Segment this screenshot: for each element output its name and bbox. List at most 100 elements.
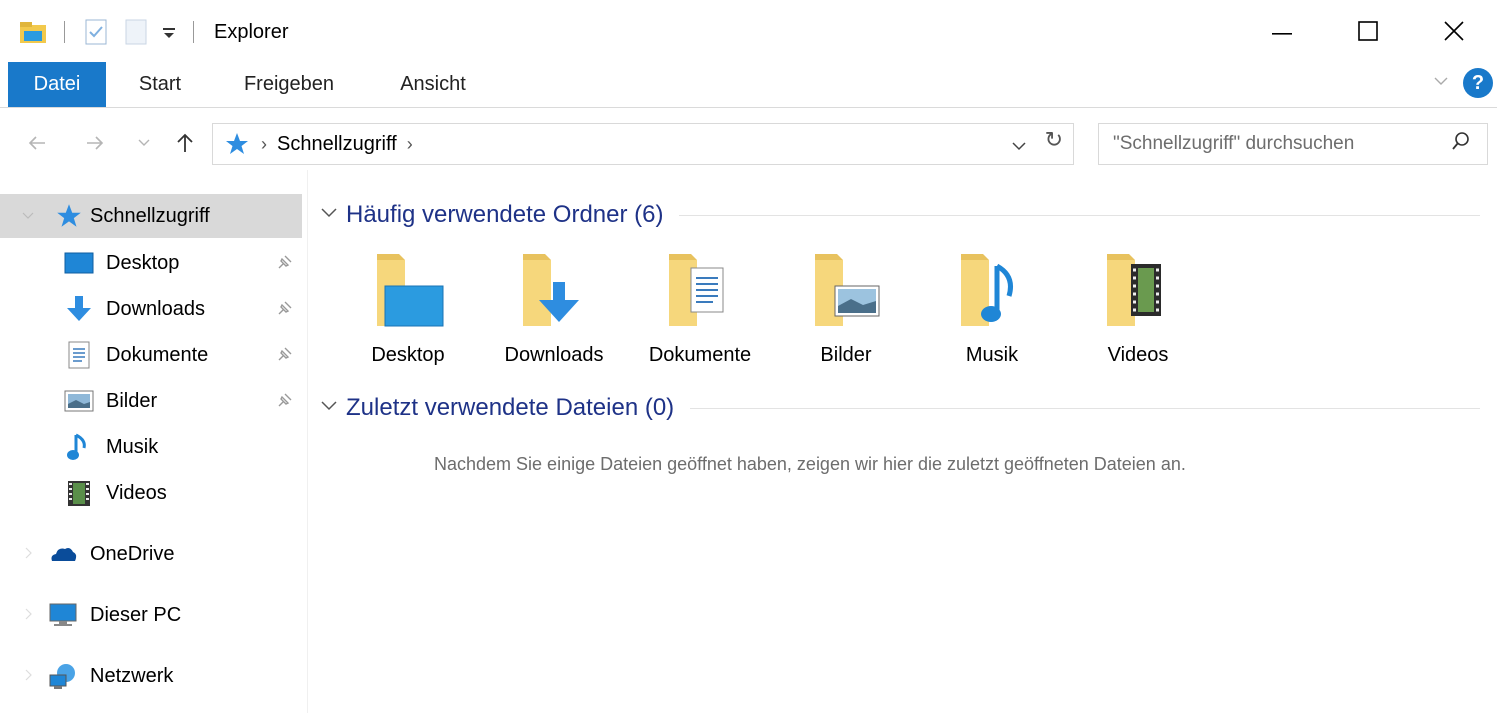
sidebar-item-label: Videos <box>106 481 167 504</box>
group-header-frequent-folders[interactable]: Häufig verwendete Ordner (6) <box>320 195 1480 235</box>
quick-access-star-icon <box>54 201 84 231</box>
toolbar-separator <box>64 21 65 43</box>
tab-datei[interactable]: Datei <box>8 62 106 107</box>
new-folder-icon[interactable] <box>121 17 151 47</box>
quick-access-star-icon <box>223 130 251 158</box>
close-button[interactable] <box>1411 0 1497 62</box>
chevron-down-icon[interactable] <box>320 396 338 420</box>
folder-tile-label: Videos <box>1107 344 1169 366</box>
expander-closed-icon[interactable] <box>22 668 34 684</box>
folder-tile-bilder[interactable]: Bilder <box>776 246 916 376</box>
properties-icon[interactable] <box>81 17 111 47</box>
group-title: Zuletzt verwendete Dateien (0) <box>346 394 675 421</box>
sidebar-item-videos[interactable]: Videos <box>0 471 302 515</box>
videos-folder-icon <box>1093 246 1183 330</box>
sidebar-item-label: Dieser PC <box>90 603 182 626</box>
downloads-folder-icon <box>509 246 599 330</box>
folder-tile-label: Dokumente <box>648 344 752 366</box>
group-divider <box>690 407 1480 409</box>
folder-tile-videos[interactable]: Videos <box>1068 246 1208 376</box>
sidebar-item-label: Downloads <box>106 297 205 320</box>
group-divider <box>679 214 1480 216</box>
network-icon <box>48 661 78 691</box>
pictures-icon <box>64 386 94 416</box>
sidebar-item-label: Netzwerk <box>90 664 174 687</box>
this-pc-icon <box>48 600 78 630</box>
sidebar-item-musik[interactable]: Musik <box>0 425 302 469</box>
expander-closed-icon[interactable] <box>22 607 34 623</box>
toolbar-separator <box>193 21 194 43</box>
pictures-folder-icon <box>801 246 891 330</box>
sidebar-item-label: Schnellzugriff <box>90 204 210 227</box>
maximize-button[interactable] <box>1325 0 1411 62</box>
title-bar: Explorer <box>0 0 1497 62</box>
tab-start[interactable]: Start <box>118 62 202 107</box>
sidebar-item-desktop[interactable]: Desktop <box>0 241 302 285</box>
folder-tile-label: Desktop <box>371 344 445 366</box>
breadcrumb-separator[interactable]: › <box>407 134 413 155</box>
up-button[interactable] <box>168 126 202 160</box>
customize-toolbar-icon[interactable] <box>161 17 177 47</box>
folder-tile-label: Bilder <box>820 344 872 366</box>
pin-icon[interactable] <box>274 299 294 319</box>
sidebar-item-downloads[interactable]: Downloads <box>0 287 302 331</box>
sidebar-item-dokumente[interactable]: Dokumente <box>0 333 302 377</box>
pin-icon[interactable] <box>274 391 294 411</box>
music-folder-icon <box>947 246 1037 330</box>
search-box[interactable]: "Schnellzugriff" durchsuchen <box>1098 123 1488 165</box>
documents-folder-icon <box>655 246 745 330</box>
minimize-button[interactable] <box>1239 0 1325 62</box>
navigation-pane: Schnellzugriff Desktop Downloads Dokumen… <box>0 170 308 713</box>
downloads-icon <box>64 294 94 324</box>
group-title: Häufig verwendete Ordner (6) <box>346 201 664 228</box>
folder-tile-label: Musik <box>965 344 1019 366</box>
search-icon <box>1451 131 1471 157</box>
back-button[interactable] <box>20 126 54 160</box>
folder-tile-label: Downloads <box>504 344 604 366</box>
address-bar[interactable]: › Schnellzugriff › ↻ <box>212 123 1074 165</box>
pin-icon[interactable] <box>274 345 294 365</box>
help-icon[interactable]: ? <box>1463 68 1493 98</box>
music-icon <box>64 432 94 462</box>
folder-tile-desktop[interactable]: Desktop <box>338 246 478 376</box>
pin-icon[interactable] <box>274 253 294 273</box>
breadcrumb-separator[interactable]: › <box>261 134 267 155</box>
ribbon-right-controls: ? <box>1433 68 1493 98</box>
expand-ribbon-icon[interactable] <box>1433 73 1449 94</box>
chevron-down-icon[interactable] <box>320 203 338 227</box>
ribbon-tabs: Datei Start Freigeben Ansicht ? <box>0 62 1497 108</box>
sidebar-item-label: Desktop <box>106 251 180 274</box>
window-controls <box>1239 0 1497 62</box>
group-header-recent-files[interactable]: Zuletzt verwendete Dateien (0) <box>320 388 1480 428</box>
recent-locations-button[interactable] <box>132 126 156 160</box>
sidebar-item-schnellzugriff[interactable]: Schnellzugriff <box>0 194 302 238</box>
desktop-icon <box>64 248 94 278</box>
breadcrumb-location[interactable]: Schnellzugriff <box>277 133 397 156</box>
sidebar-item-bilder[interactable]: Bilder <box>0 379 302 423</box>
refresh-icon[interactable]: ↻ <box>1045 127 1063 153</box>
search-input[interactable]: "Schnellzugriff" durchsuchen <box>1113 133 1451 155</box>
documents-icon <box>64 340 94 370</box>
recent-files-empty-message: Nachdem Sie einige Dateien geöffnet habe… <box>434 454 1186 474</box>
address-dropdown-icon[interactable] <box>1011 130 1027 159</box>
sidebar-item-netzwerk[interactable]: Netzwerk <box>0 654 302 698</box>
forward-button[interactable] <box>78 126 112 160</box>
folder-tile-musik[interactable]: Musik <box>922 246 1062 376</box>
navigation-bar: › Schnellzugriff › ↻ "Schnellzugriff" du… <box>0 116 1497 170</box>
content-pane: Häufig verwendete Ordner (6) Desktop Dow… <box>316 170 1497 713</box>
window-title: Explorer <box>214 20 289 43</box>
sidebar-item-label: Bilder <box>106 389 158 412</box>
folder-tile-downloads[interactable]: Downloads <box>484 246 624 376</box>
tab-ansicht[interactable]: Ansicht <box>380 62 486 107</box>
folder-tile-dokumente[interactable]: Dokumente <box>630 246 770 376</box>
sidebar-item-onedrive[interactable]: OneDrive <box>0 532 302 576</box>
sidebar-item-label: Musik <box>106 435 159 458</box>
explorer-app-icon[interactable] <box>18 17 48 47</box>
expander-open-icon[interactable] <box>22 208 34 224</box>
sidebar-item-dieser-pc[interactable]: Dieser PC <box>0 593 302 637</box>
tab-freigeben[interactable]: Freigeben <box>224 62 354 107</box>
quick-access-toolbar: Explorer <box>18 16 288 48</box>
expander-closed-icon[interactable] <box>22 546 34 562</box>
videos-icon <box>64 478 94 508</box>
onedrive-icon <box>48 539 78 569</box>
